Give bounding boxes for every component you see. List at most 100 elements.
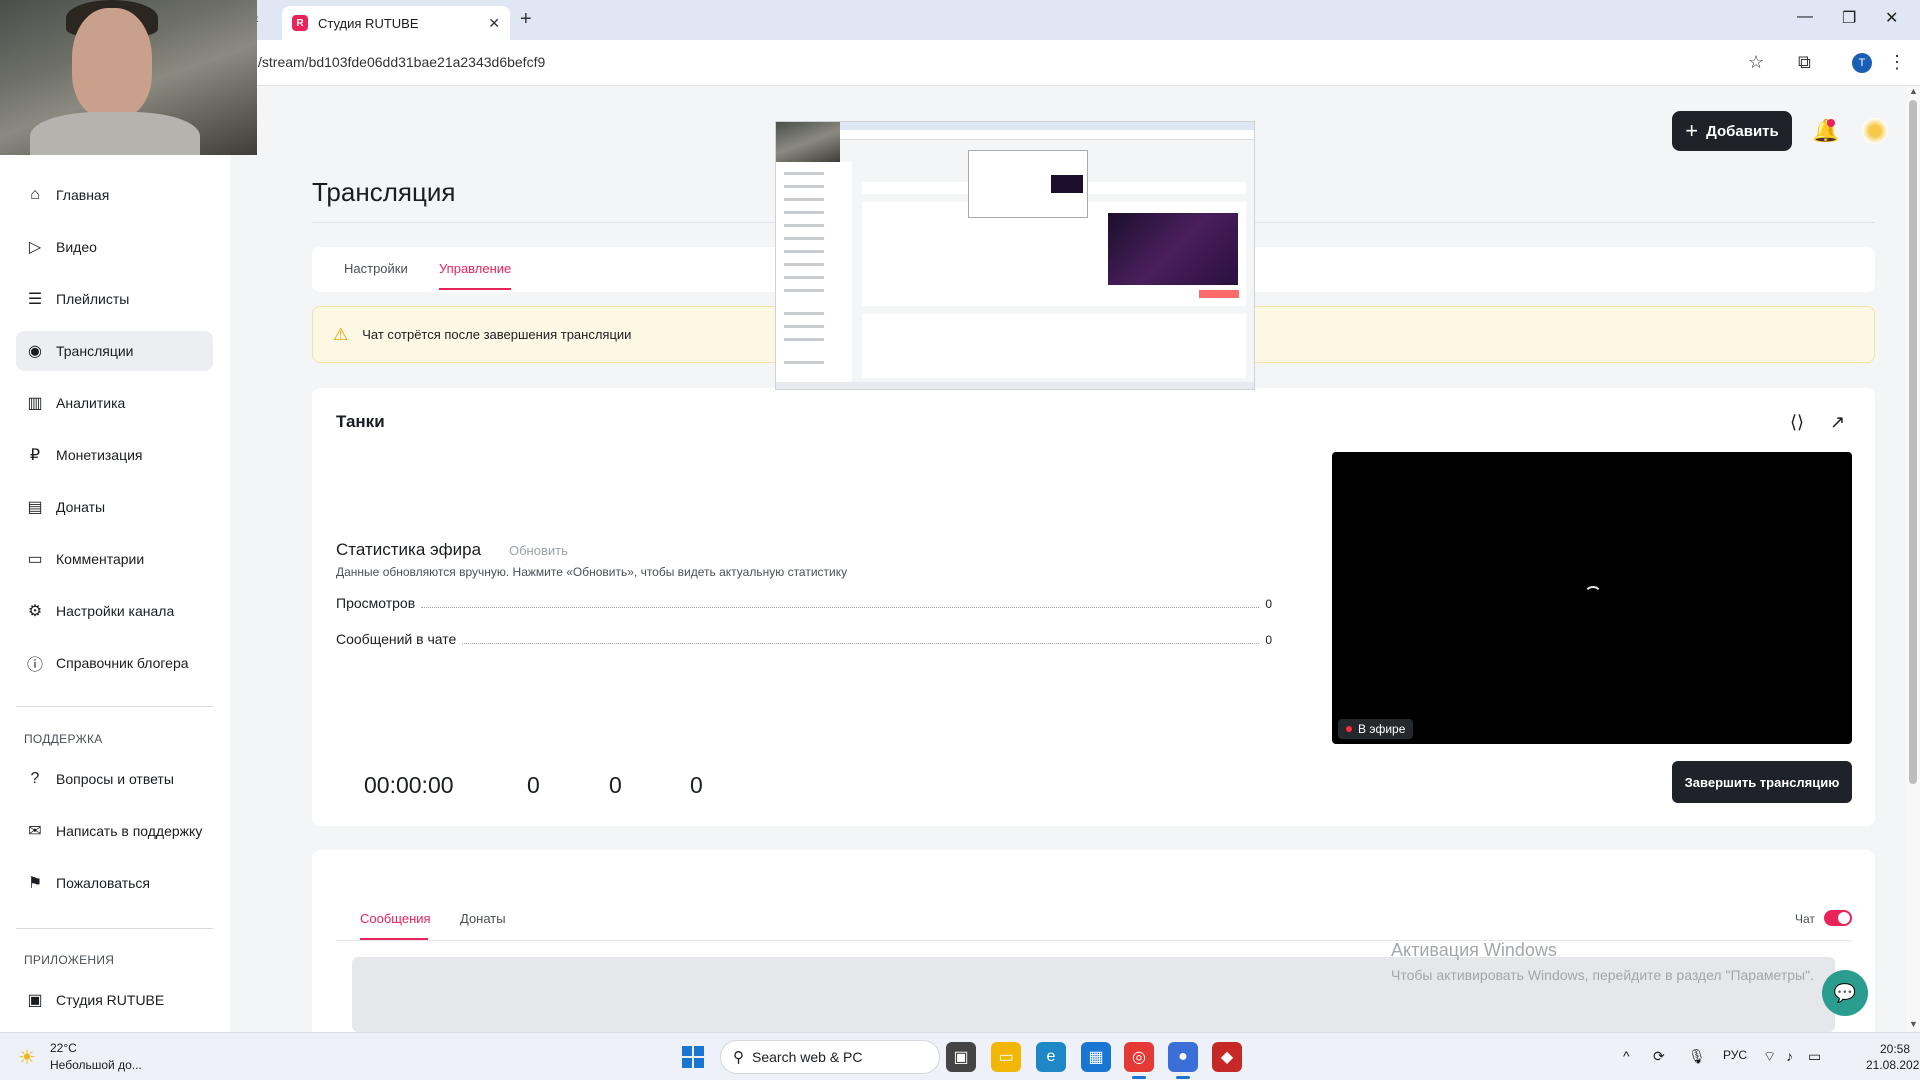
store-icon[interactable]: ▦ <box>1081 1042 1111 1072</box>
sidebar-item-channel-settings[interactable]: ⚙ Настройки канала <box>16 591 213 631</box>
bell-icon[interactable]: 🔔 <box>1812 118 1839 144</box>
sidebar-item-report[interactable]: ⚑ Пожаловаться <box>16 863 213 903</box>
browser-menu-icon[interactable]: ⋮ <box>1888 52 1906 73</box>
browser-tab-bar: ‹ R Студия RUTUBE ✕ + — ❐ ✕ <box>0 0 1920 40</box>
weather-description[interactable]: Небольшой до... <box>50 1058 142 1072</box>
clock-time: 20:58 <box>1879 1042 1910 1056</box>
preview-line <box>784 198 824 201</box>
close-window-icon[interactable]: ✕ <box>1885 8 1898 28</box>
stream-card: Танки ⟨⟩ ↗ Статистика эфира Обновить Дан… <box>312 388 1875 826</box>
preview-line <box>784 211 824 214</box>
end-stream-button[interactable]: Завершить трансляцию <box>1672 761 1852 803</box>
share-icon[interactable]: ⟨⟩ <box>1790 412 1804 433</box>
open-external-icon[interactable]: ↗ <box>1830 412 1845 433</box>
restore-icon[interactable]: ❐ <box>1842 8 1856 28</box>
scroll-up-icon[interactable]: ▲ <box>1909 86 1918 96</box>
tab-messages[interactable]: Сообщения <box>360 911 431 926</box>
stream-timer: 00:00:00 <box>364 772 454 798</box>
stat-row-messages: Сообщений в чате 0 <box>336 631 1272 647</box>
new-tab-icon[interactable]: + <box>520 8 532 31</box>
page-scrollbar[interactable]: ▲ ▼ <box>1906 86 1920 1032</box>
search-placeholder: Search web & PC <box>752 1049 863 1065</box>
profile-avatar[interactable]: T <box>1852 53 1872 73</box>
language-indicator[interactable]: РУС <box>1723 1048 1747 1062</box>
video-player[interactable]: В эфире <box>1332 452 1852 744</box>
address-bar[interactable]: /stream/bd103fde06dd31bae21a2343d6befcf9… <box>0 40 1920 86</box>
browser-tab[interactable]: R Студия RUTUBE ✕ <box>282 6 510 40</box>
rutube-studio-icon: ▣ <box>27 992 43 1009</box>
webcam-body <box>30 112 200 155</box>
obs-icon[interactable]: ● <box>1168 1042 1198 1072</box>
support-chat-button[interactable]: 💬 <box>1822 970 1868 1016</box>
chat-bubble-icon: 💬 <box>1833 982 1857 1003</box>
refresh-link[interactable]: Обновить <box>509 543 568 558</box>
preview-line <box>784 325 824 328</box>
sidebar-item-comments[interactable]: ▭ Комментарии <box>16 539 213 579</box>
tab-donations[interactable]: Донаты <box>460 911 506 926</box>
weather-temperature[interactable]: 22°C <box>50 1041 77 1055</box>
sync-icon[interactable]: ⟳ <box>1653 1048 1665 1065</box>
edge-icon[interactable]: e <box>1036 1042 1066 1072</box>
tab-control[interactable]: Управление <box>439 261 511 276</box>
home-icon: ⌂ <box>30 186 40 203</box>
close-tab-icon[interactable]: ✕ <box>488 15 500 32</box>
sidebar-item-write-support[interactable]: ✉ Написать в поддержку <box>16 811 213 851</box>
chat-toggle[interactable] <box>1824 910 1852 926</box>
system-clock[interactable]: 20:58 21.08.2025 <box>1866 1041 1920 1073</box>
mail-icon: ✉ <box>28 823 42 840</box>
rutube-favicon-icon: R <box>292 15 308 31</box>
minimize-icon[interactable]: — <box>1797 8 1813 26</box>
warning-icon: ⚠ <box>333 324 349 344</box>
sidebar-item-home[interactable]: ⌂ Главная <box>16 175 213 215</box>
stat-label: Сообщений в чате <box>336 631 457 647</box>
stats-title: Статистика эфира <box>336 540 482 559</box>
game-app-icon[interactable]: ◆ <box>1212 1042 1242 1072</box>
sidebar-item-broadcasts[interactable]: ◉ Трансляции <box>16 331 213 371</box>
plus-icon: + <box>1685 118 1699 143</box>
file-explorer-icon[interactable]: ▭ <box>991 1042 1021 1072</box>
preview-line <box>784 312 824 315</box>
sidebar-item-faq[interactable]: ? Вопросы и ответы <box>16 759 213 799</box>
browser-tab-title: Студия RUTUBE <box>318 15 419 31</box>
stream-counter: 0 <box>609 772 622 798</box>
taskbar-search[interactable]: ⚲ Search web & PC <box>720 1040 940 1074</box>
preview-card <box>862 314 1246 378</box>
windows-taskbar: ☀ 22°C Небольшой до... ⚲ Search web & PC … <box>0 1032 1920 1080</box>
bookmark-star-icon[interactable]: ☆ <box>1748 52 1764 73</box>
start-menu-icon[interactable] <box>682 1046 704 1068</box>
tab-settings[interactable]: Настройки <box>344 261 408 276</box>
channel-avatar[interactable] <box>1862 118 1888 144</box>
extensions-icon[interactable]: ⧉ <box>1798 52 1811 73</box>
question-icon: ? <box>30 770 40 787</box>
tray-chevron-up-icon[interactable]: ^ <box>1623 1048 1630 1064</box>
sidebar-item-playlists[interactable]: ☰ Плейлисты <box>16 279 213 319</box>
add-button-label: Добавить <box>1706 122 1779 140</box>
volume-icon[interactable]: ♪ <box>1786 1048 1793 1064</box>
preview-line <box>784 338 824 341</box>
wifi-icon[interactable]: ⌔ <box>1763 1048 1776 1066</box>
sidebar-item-label: Трансляции <box>56 343 134 359</box>
scrollbar-thumb[interactable] <box>1909 100 1917 784</box>
sidebar-item-blogger-guide[interactable]: ⓘ Справочник блогера <box>16 643 213 683</box>
sidebar-item-monetization[interactable]: ₽ Монетизация <box>16 435 213 475</box>
preview-line <box>784 361 824 364</box>
battery-icon[interactable]: ▭ <box>1808 1048 1821 1065</box>
preview-sidebar <box>776 162 852 389</box>
preview-line <box>784 289 824 292</box>
scroll-down-icon[interactable]: ▼ <box>1909 1019 1918 1029</box>
active-app-indicator <box>1176 1076 1190 1079</box>
sidebar-item-video[interactable]: ▷ Видео <box>16 227 213 267</box>
weather-icon[interactable]: ☀ <box>18 1045 36 1070</box>
microphone-icon[interactable]: 🎙 <box>1688 1048 1706 1065</box>
active-app-indicator <box>1132 1076 1146 1079</box>
url-text[interactable]: /stream/bd103fde06dd31bae21a2343d6befcf9 <box>258 54 545 70</box>
sidebar-item-donations[interactable]: ▤ Донаты <box>16 487 213 527</box>
sidebar-item-analytics[interactable]: ▥ Аналитика <box>16 383 213 423</box>
preview-line <box>784 263 824 266</box>
task-view-icon[interactable]: ▣ <box>946 1042 976 1072</box>
stats-subtitle: Данные обновляются вручную. Нажмите «Обн… <box>336 565 848 579</box>
stat-value: 0 <box>1265 633 1272 647</box>
sidebar-item-rutube-studio[interactable]: ▣ Студия RUTUBE <box>16 980 213 1020</box>
add-button[interactable]: + Добавить <box>1672 111 1792 151</box>
chrome-icon[interactable]: ◎ <box>1124 1042 1154 1072</box>
